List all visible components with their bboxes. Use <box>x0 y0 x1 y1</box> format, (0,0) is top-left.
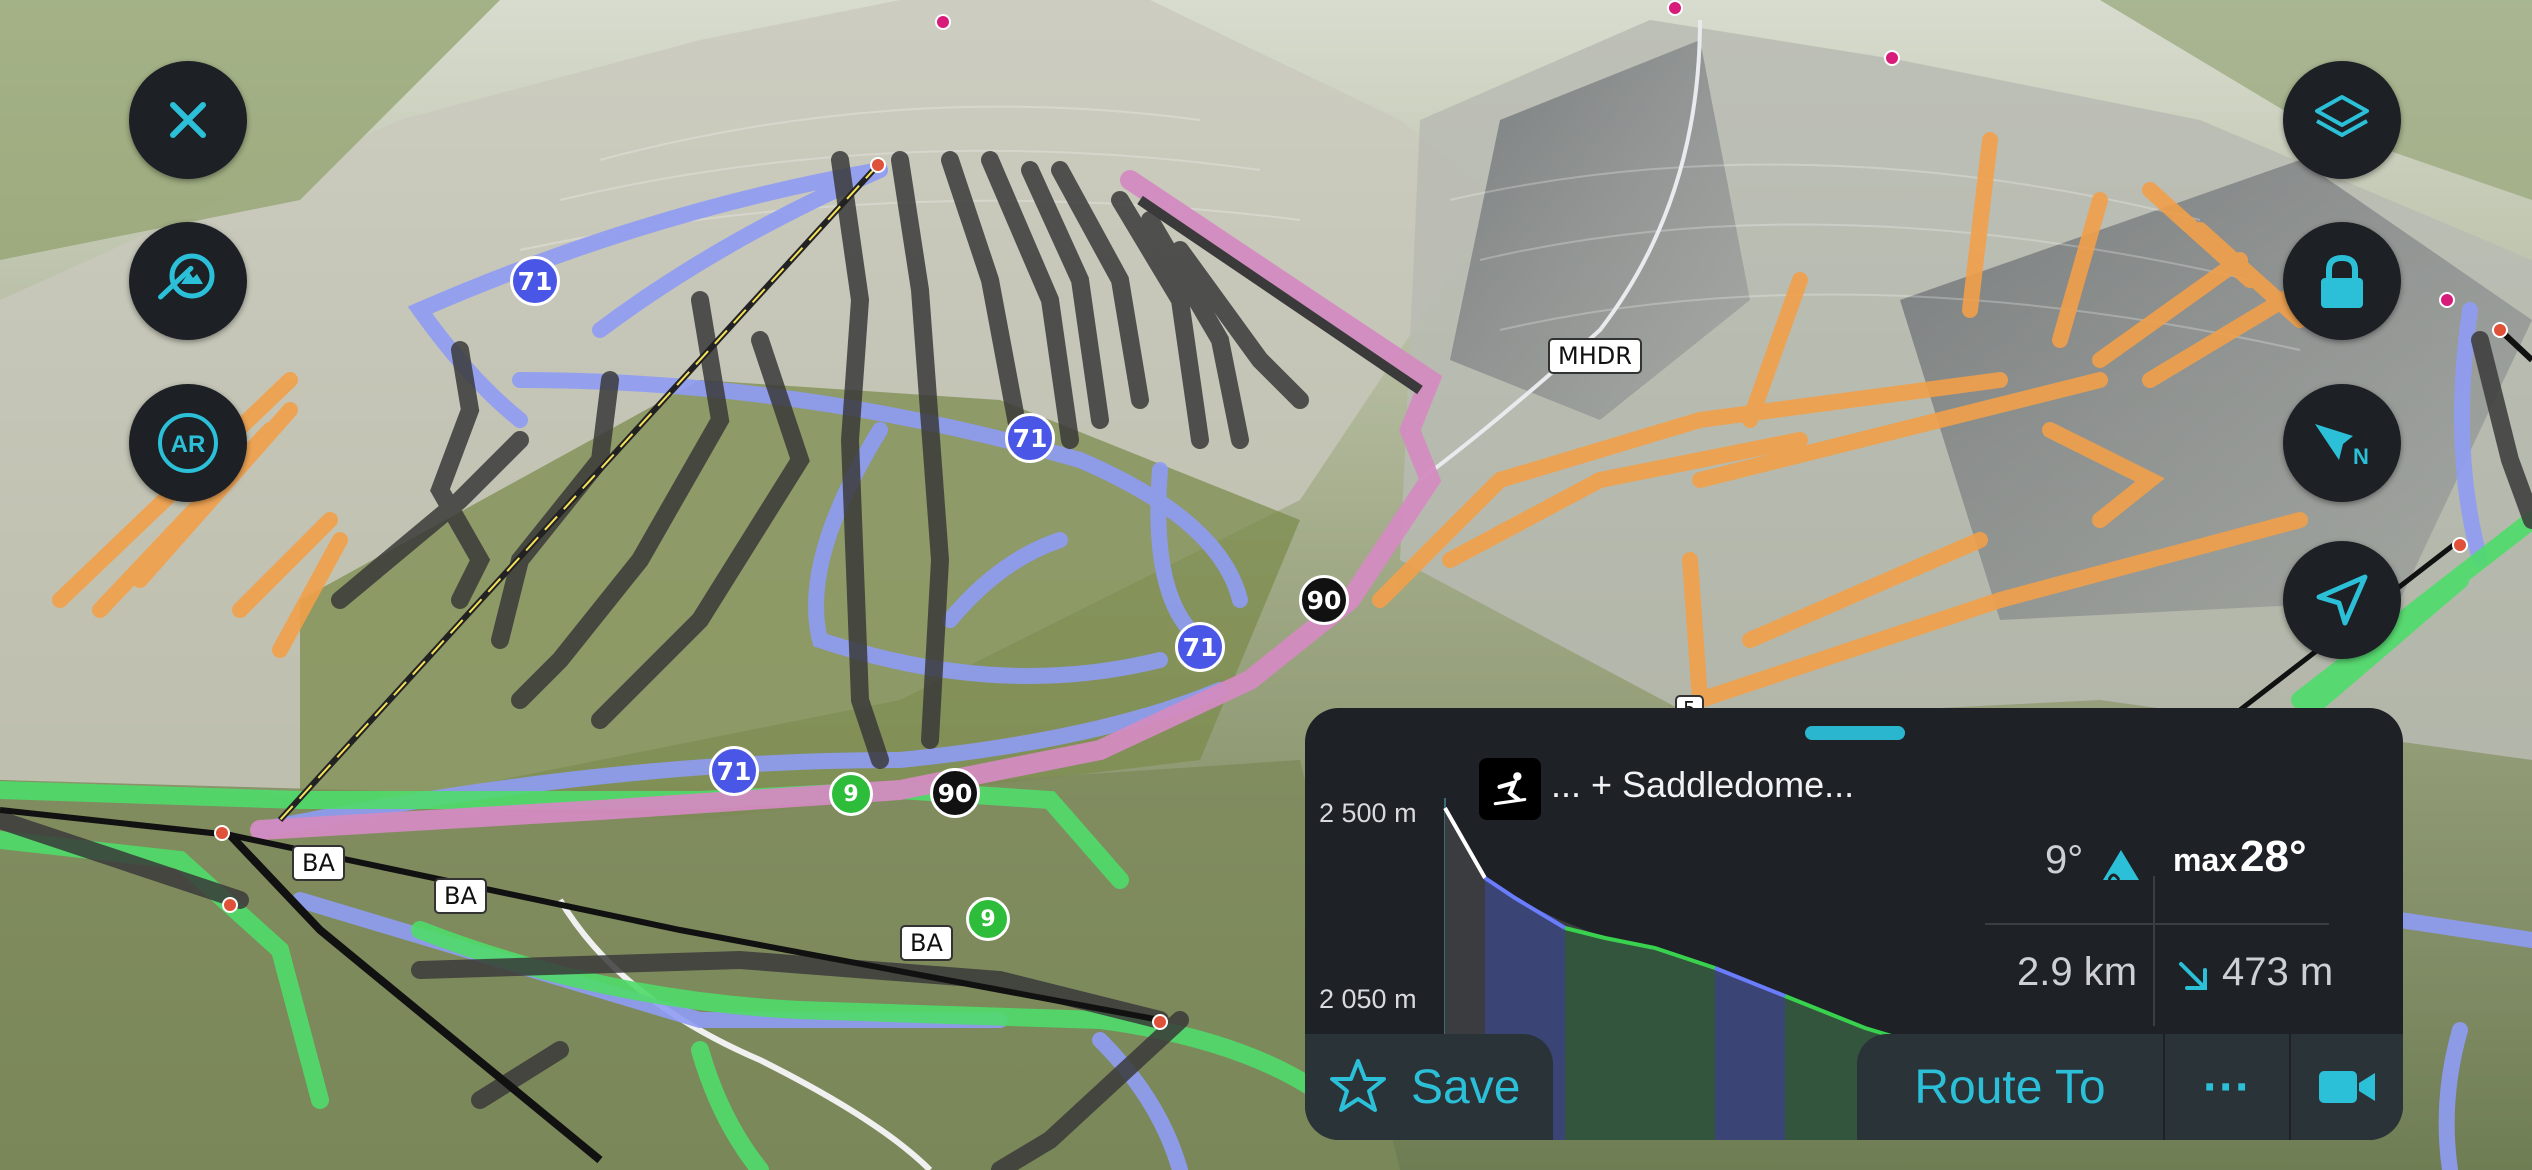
ar-button[interactable]: AR <box>129 384 247 502</box>
mountain-search-icon <box>158 253 215 300</box>
trail-number-badge[interactable]: 90 <box>1299 575 1349 625</box>
north-arrow-icon: N <box>2315 424 2369 469</box>
video-camera-icon <box>2319 1071 2375 1103</box>
route-to-button[interactable]: Route To <box>1857 1034 2163 1140</box>
save-button[interactable]: Save <box>1305 1034 1553 1140</box>
compass-label: N <box>2353 444 2369 469</box>
lift-tag[interactable]: BA <box>900 925 953 961</box>
star-icon <box>1330 1059 1386 1112</box>
max-slope: max <box>2173 842 2238 878</box>
stats-divider <box>2153 876 2155 1026</box>
flyover-video-button[interactable] <box>2291 1034 2403 1140</box>
elevation-bottom-label: 2 050 m <box>1319 984 1417 1014</box>
more-button[interactable]: ··· <box>2165 1034 2289 1140</box>
trail-number-badge[interactable]: 71 <box>1175 622 1225 672</box>
lift-tag[interactable]: BA <box>434 878 487 914</box>
elevation-top-label: 2 500 m <box>1319 798 1417 828</box>
layers-button[interactable] <box>2283 61 2401 179</box>
trail-info-panel: ... + Saddledome... 2 500 m 2 050 m 9° m… <box>1305 708 2403 1140</box>
avg-slope-value: 9° <box>2045 838 2084 882</box>
trail-number-badge[interactable]: 71 <box>709 746 759 796</box>
route-to-label: Route To <box>1914 1060 2106 1114</box>
more-icon: ··· <box>2203 1060 2251 1114</box>
trail-number-badge[interactable]: 9 <box>829 772 873 816</box>
close-icon <box>170 102 206 138</box>
lift-tag[interactable]: MHDR <box>1548 338 1642 374</box>
trail-number-badge[interactable]: 9 <box>966 897 1010 941</box>
locate-button[interactable] <box>2283 541 2401 659</box>
layers-icon <box>2315 95 2369 137</box>
trail-number-badge[interactable]: 71 <box>1005 413 1055 463</box>
drag-handle[interactable] <box>1805 726 1905 740</box>
trail-number-badge[interactable]: 71 <box>510 256 560 306</box>
close-button[interactable] <box>129 61 247 179</box>
lock-icon <box>2321 254 2363 308</box>
slope-icon <box>2103 850 2139 881</box>
save-label: Save <box>1411 1060 1521 1114</box>
descent-arrow-icon <box>2179 962 2207 990</box>
stats-divider-horizontal <box>1985 923 2329 925</box>
navigation-arrow-icon <box>2316 574 2368 626</box>
ar-icon: AR <box>158 413 218 473</box>
max-slope-value: 28° <box>2240 832 2307 881</box>
lift-tag[interactable]: BA <box>292 845 345 881</box>
peak-search-button[interactable] <box>129 222 247 340</box>
ar-label: AR <box>171 431 206 458</box>
trail-number-badge[interactable]: 90 <box>930 768 980 818</box>
descent-value: 473 m <box>2222 950 2334 994</box>
compass-button[interactable]: N <box>2283 384 2401 502</box>
distance-value: 2.9 km <box>2017 950 2138 994</box>
lock-button[interactable] <box>2283 222 2401 340</box>
